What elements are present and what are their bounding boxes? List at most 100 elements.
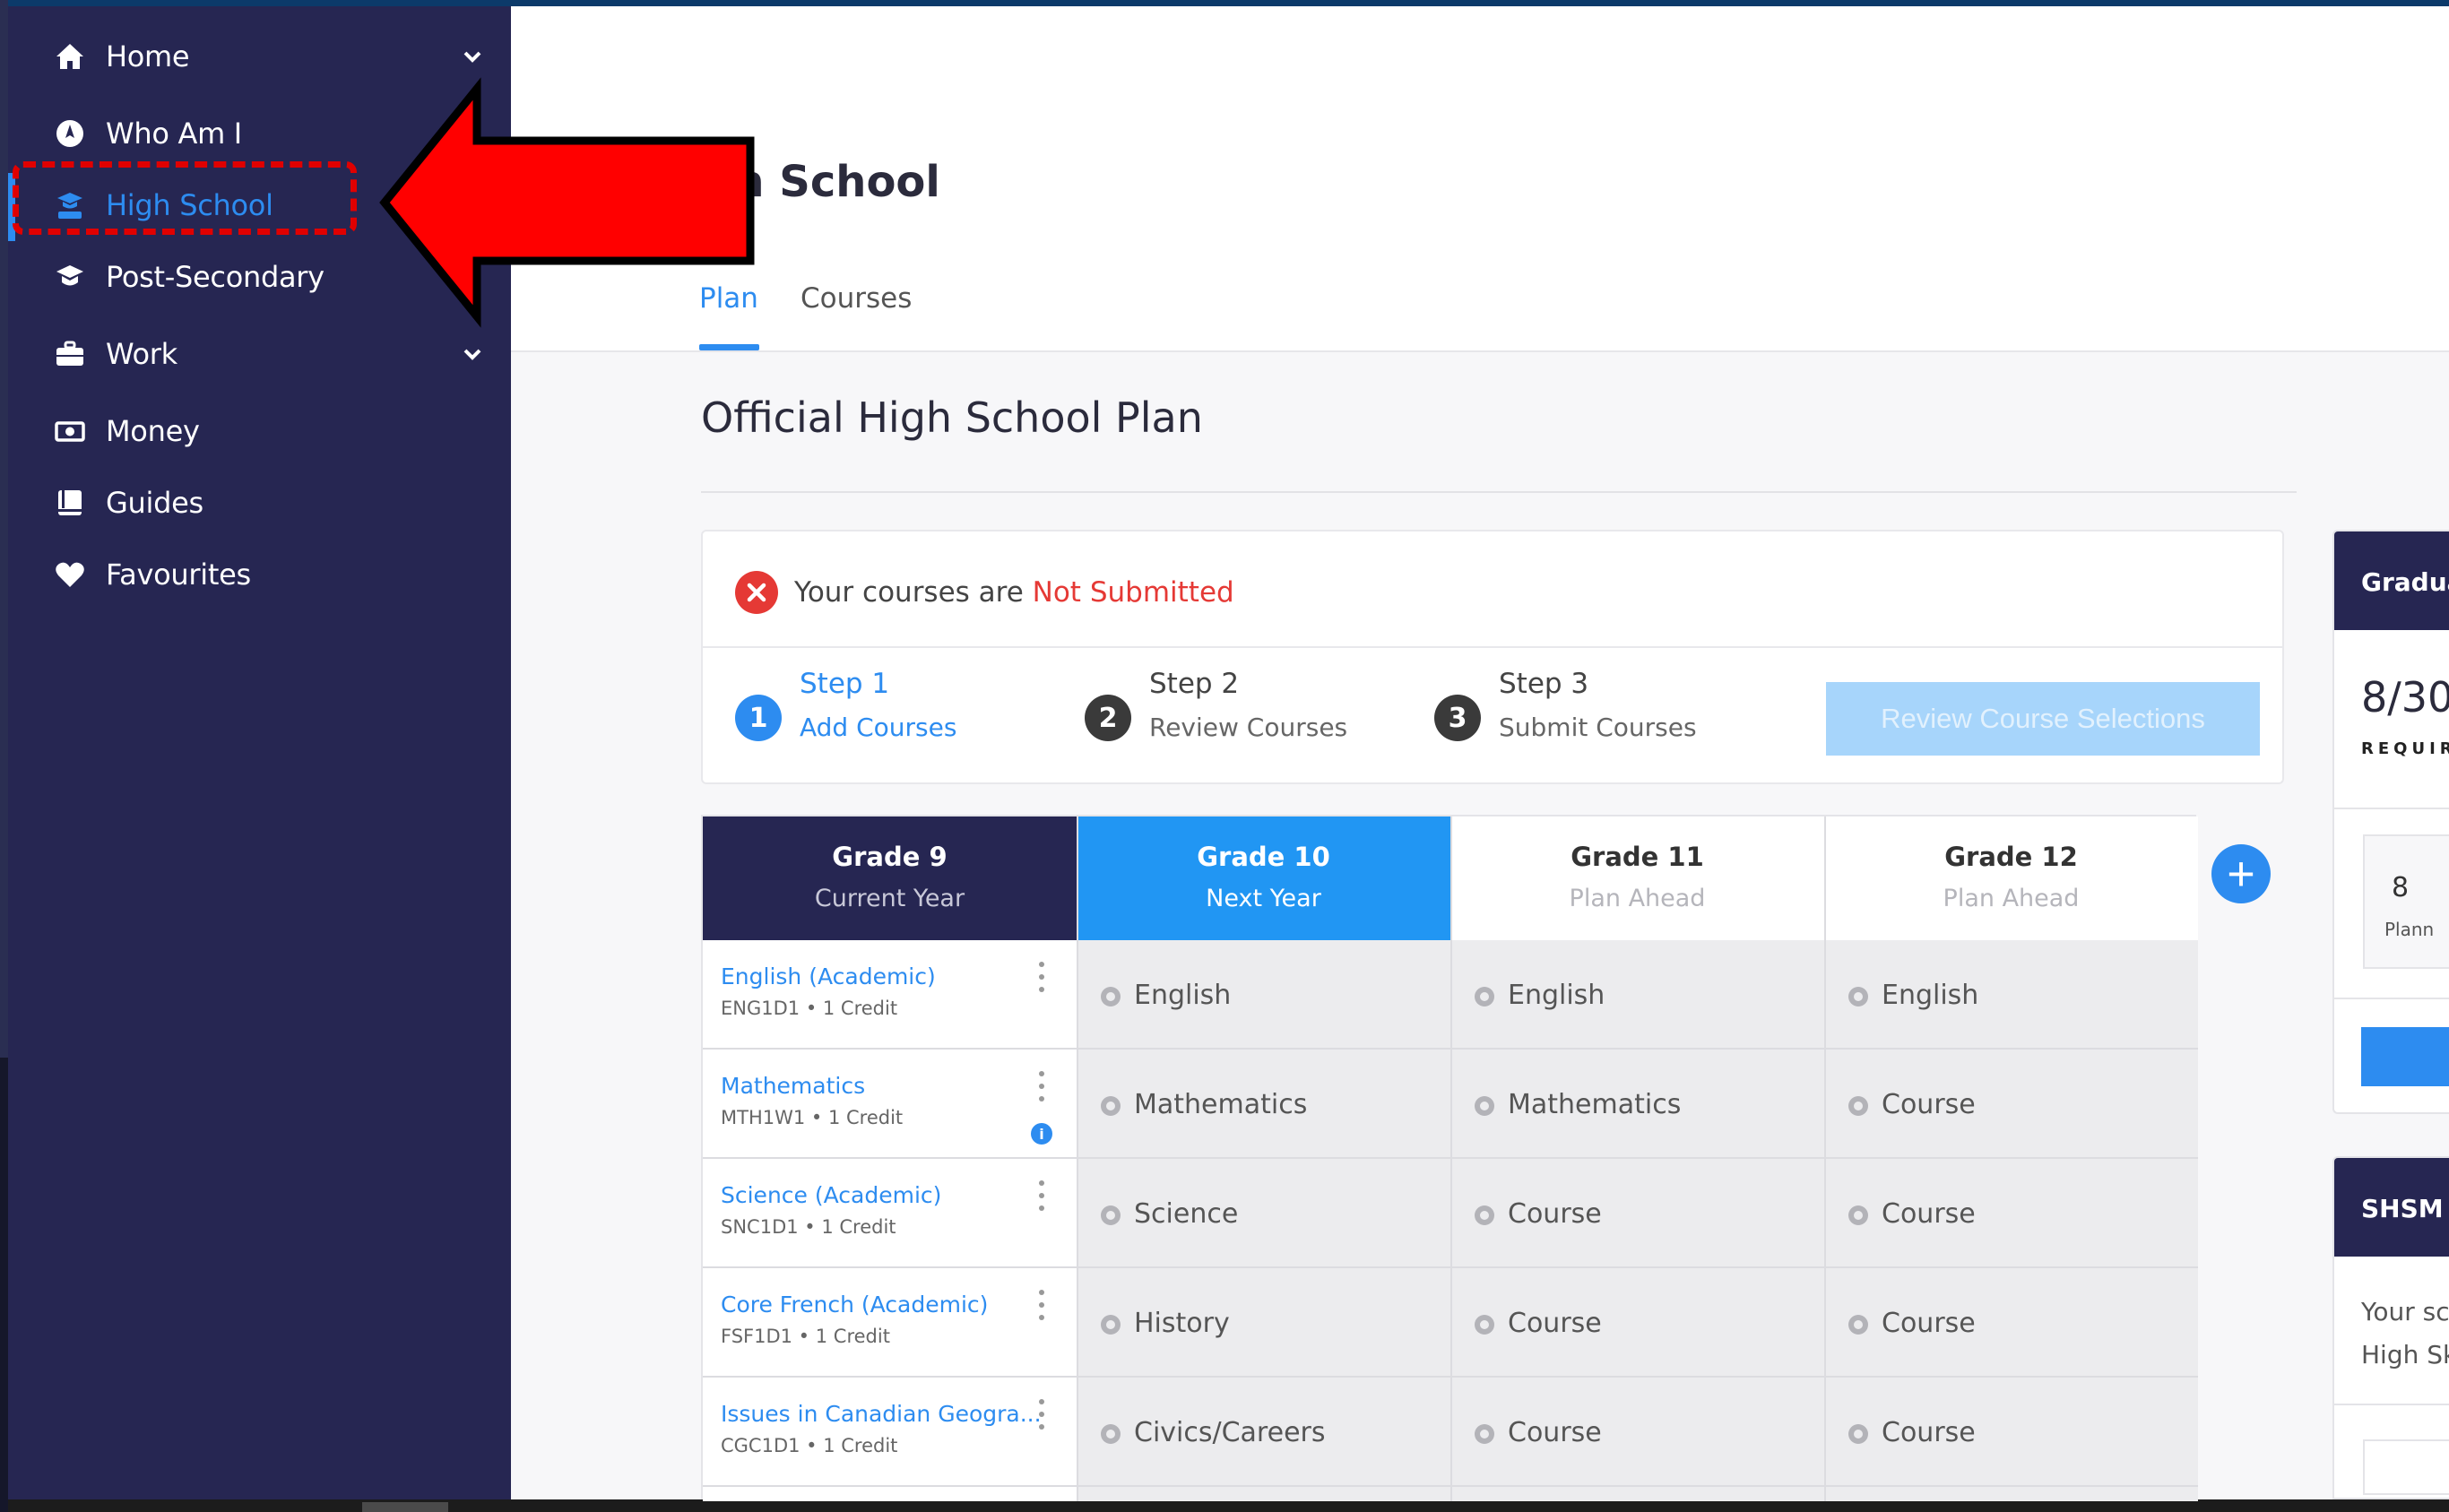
grade-10-header[interactable]: Grade 10 Next Year bbox=[1077, 816, 1450, 940]
course-card[interactable]: Core French (Academic) FSF1D1 • 1 Credit bbox=[703, 1268, 1077, 1378]
more-options-icon[interactable] bbox=[1038, 1399, 1045, 1433]
course-slot[interactable]: History bbox=[1077, 1268, 1450, 1378]
grade-10-courses: English Mathematics Science History Civi… bbox=[1077, 940, 1450, 1501]
sidebar-item-money[interactable]: Money bbox=[8, 399, 511, 463]
course-slot[interactable]: Course bbox=[1824, 1050, 2198, 1159]
sidebar-item-label: Guides bbox=[106, 486, 203, 520]
shsm-card: SHSM P Your sc High Sk bbox=[2332, 1156, 2449, 1499]
course-slot-label: English bbox=[1134, 980, 1232, 1011]
course-slot[interactable]: Mathematics bbox=[1077, 1050, 1450, 1159]
course-slot-label: Mathematics bbox=[1134, 1089, 1308, 1120]
status-row: Your courses are Not Submitted bbox=[703, 531, 2282, 648]
sidebar-item-favourites[interactable]: Favourites bbox=[8, 542, 511, 607]
highlight-annotation-box bbox=[13, 161, 357, 235]
add-grade-button[interactable]: + bbox=[2211, 844, 2271, 903]
course-slot[interactable]: Course bbox=[1824, 1378, 2198, 1487]
chevron-down-icon[interactable] bbox=[458, 340, 487, 368]
radio-icon bbox=[1475, 1424, 1494, 1444]
course-slot-label: Civics/Careers bbox=[1134, 1417, 1326, 1448]
course-name[interactable]: Science (Academic) bbox=[721, 1182, 941, 1208]
credits-count: 8/30 bbox=[2361, 673, 2449, 721]
sidebar-item-label: Work bbox=[106, 337, 177, 371]
course-slot[interactable]: English bbox=[1077, 940, 1450, 1050]
radio-icon bbox=[1848, 1315, 1868, 1335]
planned-credits-card: 8 Plann bbox=[2363, 834, 2449, 969]
grade-subtitle: Current Year bbox=[814, 885, 965, 912]
course-name[interactable]: Issues in Canadian Geogra... bbox=[721, 1401, 1042, 1427]
course-name[interactable]: Core French (Academic) bbox=[721, 1292, 988, 1318]
course-slot[interactable]: English bbox=[1450, 940, 1824, 1050]
main-content: gh School Plan Courses Official High Sch… bbox=[511, 6, 2449, 1501]
course-slot[interactable]: English bbox=[1824, 940, 2198, 1050]
grade-12-courses: English Course Course Course Course bbox=[1824, 940, 2198, 1501]
step-title: Step 1 bbox=[800, 668, 890, 700]
course-code: MTH1W1 • 1 Credit bbox=[721, 1107, 904, 1128]
course-slot-label: English bbox=[1508, 980, 1605, 1011]
money-icon bbox=[54, 415, 86, 447]
tab-courses[interactable]: Courses bbox=[800, 282, 912, 315]
course-card[interactable]: Mathematics MTH1W1 • 1 Credit i bbox=[703, 1050, 1077, 1159]
info-icon[interactable]: i bbox=[1031, 1123, 1052, 1145]
course-slot[interactable]: Course bbox=[1824, 1268, 2198, 1378]
course-slot-label: English bbox=[1882, 980, 1979, 1011]
course-name[interactable]: Mathematics bbox=[721, 1073, 865, 1099]
divider bbox=[2334, 998, 2449, 999]
grade-12-header[interactable]: Grade 12 Plan Ahead bbox=[1824, 816, 2198, 940]
grade-9-header[interactable]: Grade 9 Current Year bbox=[703, 816, 1077, 940]
radio-icon bbox=[1848, 1205, 1868, 1225]
course-slot-label: Course bbox=[1882, 1089, 1976, 1120]
chevron-down-icon[interactable] bbox=[458, 42, 487, 71]
more-options-icon[interactable] bbox=[1038, 1071, 1045, 1105]
sidebar-item-work[interactable]: Work bbox=[8, 322, 511, 386]
course-slot[interactable]: Course bbox=[1450, 1378, 1824, 1487]
divider bbox=[701, 491, 2297, 493]
grade-label: Grade 10 bbox=[1197, 842, 1330, 872]
sidebar-item-label: Post-Secondary bbox=[106, 260, 325, 294]
course-card[interactable]: Issues in Canadian Geogra... CGC1D1 • 1 … bbox=[703, 1378, 1077, 1487]
course-slot-label: History bbox=[1134, 1308, 1230, 1339]
course-slot[interactable]: Course bbox=[1824, 1159, 2198, 1268]
radio-icon bbox=[1848, 1424, 1868, 1444]
horizontal-scrollbar[interactable] bbox=[362, 1502, 448, 1512]
active-tab-underline bbox=[699, 344, 759, 350]
course-slot[interactable]: Science bbox=[1077, 1159, 1450, 1268]
compass-icon bbox=[54, 117, 86, 150]
grade-11-header[interactable]: Grade 11 Plan Ahead bbox=[1450, 816, 1824, 940]
column-divider bbox=[1824, 816, 1826, 1501]
sidebar-item-label: Favourites bbox=[106, 557, 251, 592]
course-slot-label: Course bbox=[1882, 1417, 1976, 1448]
radio-icon bbox=[1101, 1315, 1121, 1335]
course-slot[interactable]: Mathematics bbox=[1450, 1050, 1824, 1159]
sidebar-item-guides[interactable]: Guides bbox=[8, 471, 511, 535]
more-options-icon[interactable] bbox=[1038, 962, 1045, 996]
radio-icon bbox=[1101, 1205, 1121, 1225]
grade-subtitle: Next Year bbox=[1206, 885, 1321, 912]
grade-label: Grade 12 bbox=[1944, 842, 2078, 872]
shsm-card-header: SHSM P bbox=[2334, 1158, 2449, 1257]
grade-label: Grade 11 bbox=[1571, 842, 1704, 872]
more-options-icon[interactable] bbox=[1038, 1290, 1045, 1324]
course-slot[interactable]: Course bbox=[1450, 1268, 1824, 1378]
status-value: Not Submitted bbox=[1032, 576, 1234, 609]
radio-icon bbox=[1848, 1096, 1868, 1116]
course-slot-label: Course bbox=[1508, 1198, 1602, 1230]
shsm-text-line: Your sc bbox=[2361, 1297, 2449, 1326]
graduation-card-title: Graduat bbox=[2361, 567, 2449, 597]
grade-subtitle: Plan Ahead bbox=[1943, 885, 2080, 912]
review-course-selections-button[interactable]: Review Course Selections bbox=[1826, 682, 2260, 756]
shsm-description: Your sc High Sk bbox=[2361, 1291, 2449, 1377]
submission-status-card: Your courses are Not Submitted 1 Step 1 … bbox=[701, 530, 2284, 784]
grade-11-courses: English Mathematics Course Course Course bbox=[1450, 940, 1824, 1501]
graduation-action-button[interactable] bbox=[2361, 1027, 2449, 1086]
planned-label: Plann bbox=[2384, 919, 2435, 940]
course-card[interactable]: English (Academic) ENG1D1 • 1 Credit bbox=[703, 940, 1077, 1050]
course-slot[interactable]: Civics/Careers bbox=[1077, 1378, 1450, 1487]
course-slot[interactable]: Course bbox=[1450, 1159, 1824, 1268]
course-name[interactable]: English (Academic) bbox=[721, 963, 936, 989]
more-options-icon[interactable] bbox=[1038, 1180, 1045, 1214]
course-slot-label: Mathematics bbox=[1508, 1089, 1682, 1120]
sidebar-item-label: Who Am I bbox=[106, 117, 242, 151]
course-card[interactable]: Science (Academic) SNC1D1 • 1 Credit bbox=[703, 1159, 1077, 1268]
step-number-badge: 3 bbox=[1434, 695, 1481, 741]
shsm-select[interactable] bbox=[2363, 1439, 2449, 1495]
